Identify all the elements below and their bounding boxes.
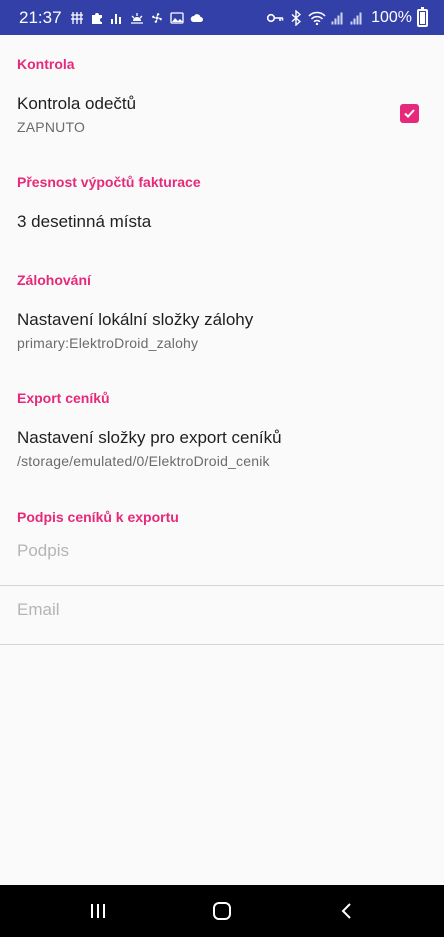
system-icons: 100% xyxy=(266,6,428,27)
email-input[interactable] xyxy=(17,598,427,622)
pref-kontrola-text: Kontrola odečtů ZAPNUTO xyxy=(17,94,136,135)
pref-summary: ZAPNUTO xyxy=(17,119,86,135)
notification-icons xyxy=(70,11,204,25)
signature-row xyxy=(0,527,444,586)
grid-icon xyxy=(70,11,84,25)
category-presnost: Přesnost výpočtů fakturace xyxy=(17,174,201,190)
fan-icon xyxy=(150,11,164,25)
pref-title: 3 desetinná místa xyxy=(17,212,152,231)
category-kontrola: Kontrola xyxy=(17,56,75,72)
pref-export-text: Nastavení složky pro export ceníků /stor… xyxy=(17,428,282,469)
cloud-icon xyxy=(190,11,204,25)
back-icon[interactable] xyxy=(335,899,359,923)
category-zalohovani: Zálohování xyxy=(17,272,91,288)
image-icon xyxy=(169,11,184,25)
pref-title: Nastavení složky pro export ceníků xyxy=(17,428,282,447)
signal-icon-2 xyxy=(350,11,364,25)
pref-kontrola-odectu[interactable]: Kontrola odečtů ZAPNUTO xyxy=(0,86,444,142)
recent-apps-icon[interactable] xyxy=(86,899,110,923)
pref-title: Kontrola odečtů xyxy=(17,94,137,113)
signal-bars-icon xyxy=(110,11,124,25)
status-bar: 21:37 100% xyxy=(0,0,444,35)
check-icon xyxy=(404,109,415,118)
pref-zalohovani-text: Nastavení lokální složky zálohy primary:… xyxy=(17,310,253,351)
sunrise-icon xyxy=(130,11,144,25)
email-row xyxy=(0,586,444,645)
pref-title: Nastavení lokální složky zálohy xyxy=(17,310,254,329)
key-icon xyxy=(266,11,284,25)
navigation-bar xyxy=(0,885,444,937)
kontrola-checkbox[interactable] xyxy=(400,104,419,123)
pref-presnost-text: 3 desetinná místa xyxy=(17,212,151,232)
pref-zalohovani[interactable]: Nastavení lokální složky zálohy primary:… xyxy=(0,302,444,358)
signature-input[interactable] xyxy=(17,539,427,563)
wifi-icon xyxy=(308,11,326,25)
category-export: Export ceníků xyxy=(17,390,110,406)
battery-icon xyxy=(417,6,428,27)
battery-text: 100% xyxy=(371,8,412,26)
pref-presnost[interactable]: 3 desetinná místa xyxy=(0,200,444,246)
category-podpis: Podpis ceníků k exportu xyxy=(17,509,179,525)
pref-summary: primary:ElektroDroid_zalohy xyxy=(17,335,199,351)
puzzle-icon xyxy=(90,11,104,25)
bluetooth-icon xyxy=(289,9,303,26)
signal-icon xyxy=(331,11,345,25)
pref-export[interactable]: Nastavení složky pro export ceníků /stor… xyxy=(0,420,444,476)
pref-summary: /storage/emulated/0/ElektroDroid_cenik xyxy=(17,453,270,469)
home-icon[interactable] xyxy=(210,899,234,923)
status-time: 21:37 xyxy=(19,7,62,27)
